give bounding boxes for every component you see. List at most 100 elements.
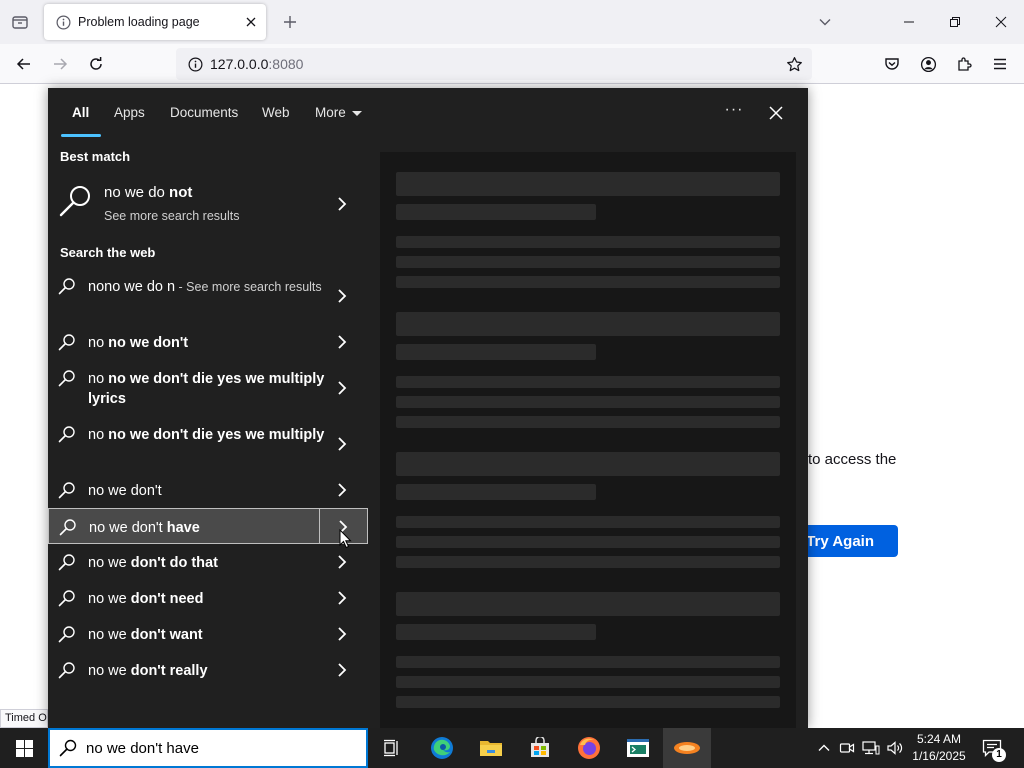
- pocket-button[interactable]: [876, 48, 908, 80]
- more-options-icon[interactable]: ···: [722, 101, 746, 125]
- chevron-right-icon[interactable]: [334, 334, 350, 350]
- account-icon: [920, 56, 936, 72]
- search-input[interactable]: [86, 739, 346, 757]
- skeleton-placeholder: [396, 624, 596, 640]
- reload-icon: [90, 57, 102, 70]
- scope-tab-more[interactable]: More: [315, 105, 362, 120]
- search-icon: [58, 482, 75, 499]
- panel-close-button[interactable]: [764, 101, 788, 125]
- web-result-plain: no we: [88, 591, 131, 607]
- web-result-text: no we don't: [88, 481, 328, 501]
- best-match-item[interactable]: no we do not See more search results: [48, 176, 368, 232]
- web-result-text: nono we do n - See more search results: [88, 277, 328, 297]
- web-result-item[interactable]: no no we don't: [48, 324, 368, 360]
- restore-icon: [950, 17, 960, 27]
- web-result-bold: don't really: [130, 663, 208, 679]
- search-icon: [58, 554, 75, 571]
- web-result-item[interactable]: no we don't want: [48, 616, 368, 652]
- best-match-title: no we do not: [104, 184, 192, 201]
- close-window-button[interactable]: [978, 0, 1024, 44]
- web-result-item[interactable]: no we don't do that: [48, 544, 368, 580]
- chevron-right-icon[interactable]: [334, 436, 350, 452]
- notification-center-button[interactable]: 1: [980, 736, 1006, 762]
- chevron-right-icon[interactable]: [334, 662, 350, 678]
- menu-button[interactable]: [984, 48, 1016, 80]
- taskbar-search-box[interactable]: [48, 728, 368, 768]
- url-port: :8080: [268, 56, 304, 72]
- task-view-button[interactable]: [368, 728, 416, 768]
- extensions-button[interactable]: [948, 48, 980, 80]
- web-result-item[interactable]: no we don't need: [48, 580, 368, 616]
- scope-tab-all[interactable]: All: [72, 105, 89, 120]
- clock-time: 5:24 AM: [916, 732, 962, 746]
- best-match-subtitle: See more search results: [104, 209, 240, 223]
- active-app-button[interactable]: [663, 728, 711, 768]
- web-result-bold: don't do that: [130, 555, 218, 571]
- web-result-bold: no we don't die yes we multiply lyrics: [88, 371, 325, 407]
- scope-tab-documents[interactable]: Documents: [170, 105, 238, 120]
- forward-button[interactable]: [44, 48, 76, 80]
- scope-tab-web[interactable]: Web: [262, 105, 290, 120]
- skeleton-placeholder: [396, 276, 780, 288]
- list-all-tabs-button[interactable]: [802, 0, 848, 44]
- tab-list-button[interactable]: [4, 6, 36, 38]
- search-icon: [58, 334, 75, 351]
- search-icon: [59, 739, 77, 757]
- scope-tab-apps[interactable]: Apps: [114, 105, 145, 120]
- browser-toolbar: 127.0.0.0:8080: [0, 44, 1024, 84]
- puzzle-icon: [958, 57, 972, 71]
- terminal-button[interactable]: [614, 728, 662, 768]
- network-icon[interactable]: [862, 738, 880, 758]
- site-info-icon[interactable]: [180, 57, 210, 72]
- browser-tab[interactable]: Problem loading page: [44, 4, 266, 40]
- tab-close-icon[interactable]: [239, 10, 263, 34]
- taskbar-clock[interactable]: 5:24 AM 1/16/2025: [906, 731, 972, 765]
- chevron-right-icon[interactable]: [334, 288, 350, 304]
- chevron-right-icon[interactable]: [334, 196, 350, 212]
- chevron-right-icon[interactable]: [334, 482, 350, 498]
- web-result-item[interactable]: no no we don't die yes we multiply: [48, 416, 368, 472]
- url-text[interactable]: 127.0.0.0:8080: [210, 56, 303, 72]
- web-result-bold: have: [166, 520, 200, 536]
- skeleton-placeholder: [396, 556, 780, 568]
- start-button[interactable]: [0, 728, 48, 768]
- web-result-item-selected[interactable]: no we don't have: [48, 508, 368, 544]
- arrow-left-icon: [16, 58, 30, 70]
- url-host: 127.0.0.0: [210, 56, 269, 72]
- try-again-button[interactable]: Try Again: [800, 525, 898, 557]
- chevron-right-icon[interactable]: [334, 590, 350, 606]
- chevron-right-icon[interactable]: [334, 380, 350, 396]
- close-icon: [995, 16, 1007, 28]
- account-button[interactable]: [912, 48, 944, 80]
- chevron-right-icon[interactable]: [334, 626, 350, 642]
- restore-button[interactable]: [932, 0, 978, 44]
- meet-now-icon[interactable]: [838, 738, 856, 758]
- chevron-right-icon[interactable]: [334, 554, 350, 570]
- skeleton-placeholder: [396, 452, 780, 476]
- skeleton-placeholder: [396, 344, 596, 360]
- store-button[interactable]: [516, 728, 564, 768]
- clock-date: 1/16/2025: [912, 749, 966, 763]
- reload-button[interactable]: [80, 48, 112, 80]
- volume-icon[interactable]: [886, 738, 904, 758]
- chevron-down-icon: [819, 19, 831, 26]
- chevron-up-icon[interactable]: [815, 738, 833, 758]
- url-bar[interactable]: 127.0.0.0:8080: [176, 48, 812, 80]
- web-result-item[interactable]: no we don't really: [48, 652, 368, 688]
- web-result-plain: no: [88, 371, 109, 387]
- back-button[interactable]: [8, 48, 40, 80]
- firefox-button[interactable]: [565, 728, 613, 768]
- new-tab-button[interactable]: [276, 8, 304, 36]
- skeleton-placeholder: [396, 656, 780, 668]
- bookmark-star-icon[interactable]: [780, 50, 808, 78]
- web-result-item[interactable]: no no we don't die yes we multiply lyric…: [48, 360, 368, 416]
- edge-button[interactable]: [418, 728, 466, 768]
- task-view-icon: [384, 739, 398, 757]
- web-result-text: no we don't have: [89, 518, 329, 538]
- file-explorer-button[interactable]: [467, 728, 515, 768]
- minimize-button[interactable]: [886, 0, 932, 44]
- web-result-item[interactable]: nono we do n - See more search results: [48, 268, 368, 324]
- web-result-item[interactable]: no we don't: [48, 472, 368, 508]
- web-result-bold: don't want: [130, 627, 203, 643]
- error-message-fragment: to access the: [808, 451, 897, 468]
